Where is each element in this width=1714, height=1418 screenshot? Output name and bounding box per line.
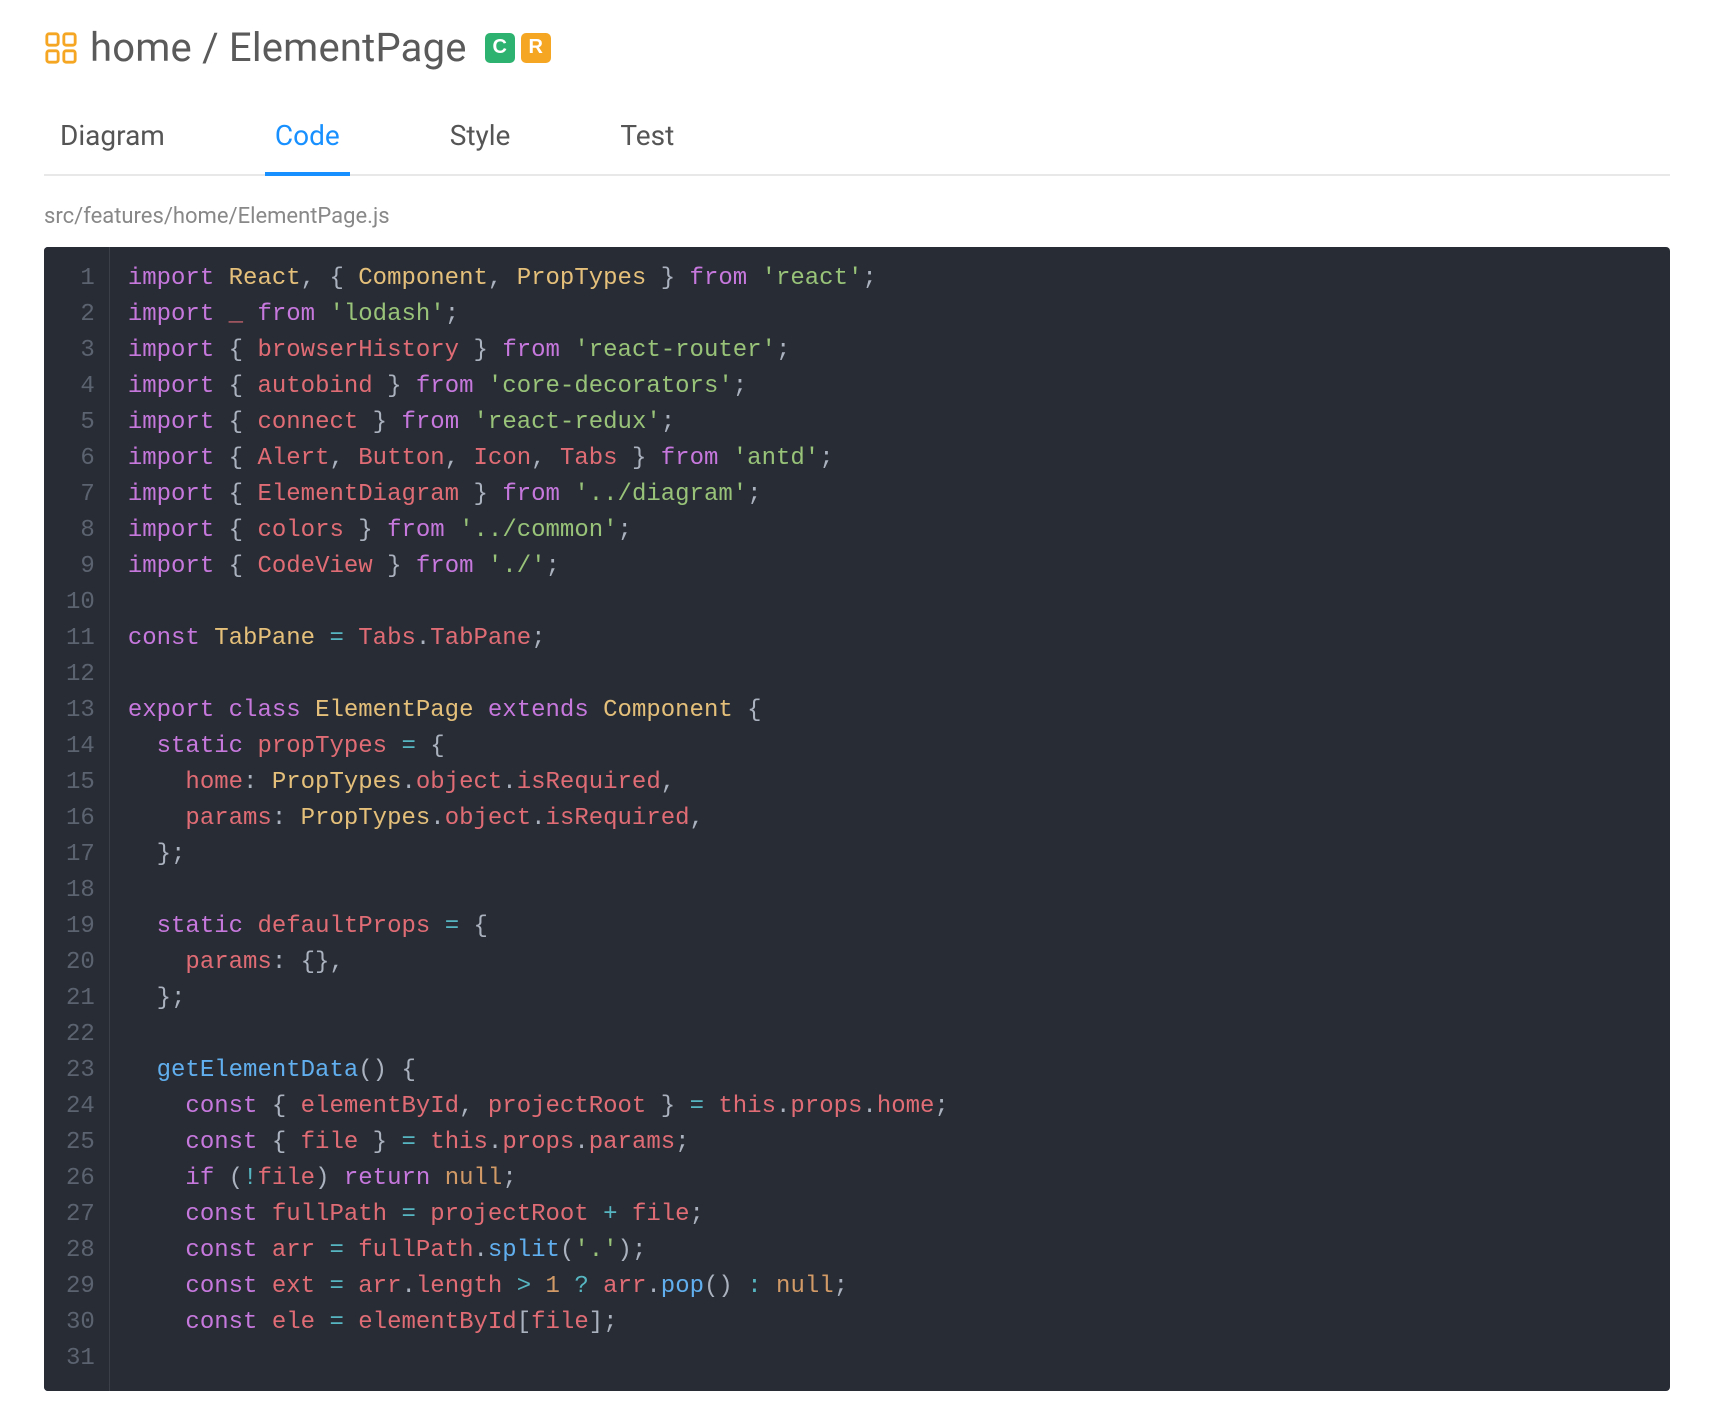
line-number: 23 — [44, 1053, 109, 1089]
code-body[interactable]: import React, { Component, PropTypes } f… — [110, 247, 967, 1391]
code-line[interactable] — [128, 585, 949, 621]
code-line[interactable]: import { connect } from 'react-redux'; — [128, 405, 949, 441]
line-number: 10 — [44, 585, 109, 621]
line-number: 30 — [44, 1305, 109, 1341]
line-number: 31 — [44, 1341, 109, 1377]
code-line[interactable]: import React, { Component, PropTypes } f… — [128, 261, 949, 297]
line-number: 9 — [44, 549, 109, 585]
line-number: 22 — [44, 1017, 109, 1053]
code-line[interactable]: getElementData() { — [128, 1053, 949, 1089]
code-line[interactable]: export class ElementPage extends Compone… — [128, 693, 949, 729]
code-line[interactable]: import { ElementDiagram } from '../diagr… — [128, 477, 949, 513]
line-number: 5 — [44, 405, 109, 441]
code-line[interactable] — [128, 873, 949, 909]
line-number: 2 — [44, 297, 109, 333]
tabs: Diagram Code Style Test — [44, 105, 1670, 176]
code-line[interactable] — [128, 1017, 949, 1053]
tab-diagram[interactable]: Diagram — [60, 105, 165, 174]
line-number: 16 — [44, 801, 109, 837]
line-number: 1 — [44, 261, 109, 297]
code-line[interactable]: params: PropTypes.object.isRequired, — [128, 801, 949, 837]
line-number: 8 — [44, 513, 109, 549]
line-number: 28 — [44, 1233, 109, 1269]
code-line[interactable]: const ext = arr.length > 1 ? arr.pop() :… — [128, 1269, 949, 1305]
line-number: 14 — [44, 729, 109, 765]
code-line[interactable]: const fullPath = projectRoot + file; — [128, 1197, 949, 1233]
line-number: 13 — [44, 693, 109, 729]
app-grid-icon — [44, 31, 78, 65]
line-number: 15 — [44, 765, 109, 801]
code-line[interactable]: import { colors } from '../common'; — [128, 513, 949, 549]
code-editor[interactable]: 1234567891011121314151617181920212223242… — [44, 247, 1670, 1391]
line-number: 24 — [44, 1089, 109, 1125]
file-path: src/features/home/ElementPage.js — [44, 204, 1670, 229]
code-line[interactable]: import { browserHistory } from 'react-ro… — [128, 333, 949, 369]
code-line[interactable]: import { Alert, Button, Icon, Tabs } fro… — [128, 441, 949, 477]
code-line[interactable] — [128, 657, 949, 693]
page-root: home / ElementPage C R Diagram Code Styl… — [0, 0, 1714, 1391]
line-number: 27 — [44, 1197, 109, 1233]
line-number: 12 — [44, 657, 109, 693]
tab-test[interactable]: Test — [620, 105, 674, 174]
code-line[interactable]: import { autobind } from 'core-decorator… — [128, 369, 949, 405]
code-gutter: 1234567891011121314151617181920212223242… — [44, 247, 110, 1391]
line-number: 3 — [44, 333, 109, 369]
code-line[interactable]: static propTypes = { — [128, 729, 949, 765]
code-line[interactable]: const { elementById, projectRoot } = thi… — [128, 1089, 949, 1125]
line-number: 17 — [44, 837, 109, 873]
tab-style[interactable]: Style — [450, 105, 511, 174]
breadcrumb-parent[interactable]: home — [90, 24, 192, 71]
line-number: 25 — [44, 1125, 109, 1161]
badges: C R — [485, 33, 551, 63]
badge-route: R — [521, 33, 551, 63]
line-number: 4 — [44, 369, 109, 405]
code-line[interactable]: const { file } = this.props.params; — [128, 1125, 949, 1161]
breadcrumb-current: ElementPage — [229, 24, 467, 71]
code-line[interactable]: static defaultProps = { — [128, 909, 949, 945]
tab-code[interactable]: Code — [275, 105, 340, 174]
line-number: 19 — [44, 909, 109, 945]
code-line[interactable]: }; — [128, 837, 949, 873]
code-line[interactable]: }; — [128, 981, 949, 1017]
line-number: 20 — [44, 945, 109, 981]
code-line[interactable]: const ele = elementById[file]; — [128, 1305, 949, 1341]
code-line[interactable]: if (!file) return null; — [128, 1161, 949, 1197]
line-number: 6 — [44, 441, 109, 477]
line-number: 11 — [44, 621, 109, 657]
code-line[interactable]: import { CodeView } from './'; — [128, 549, 949, 585]
badge-component: C — [485, 33, 515, 63]
line-number: 7 — [44, 477, 109, 513]
code-line[interactable]: home: PropTypes.object.isRequired, — [128, 765, 949, 801]
line-number: 29 — [44, 1269, 109, 1305]
code-line[interactable]: import _ from 'lodash'; — [128, 297, 949, 333]
line-number: 18 — [44, 873, 109, 909]
line-number: 26 — [44, 1161, 109, 1197]
code-line[interactable] — [128, 1341, 949, 1377]
breadcrumb: home / ElementPage C R — [44, 24, 1670, 71]
breadcrumb-text: home / ElementPage — [90, 24, 467, 71]
code-line[interactable]: const TabPane = Tabs.TabPane; — [128, 621, 949, 657]
breadcrumb-separator: / — [202, 24, 219, 71]
code-line[interactable]: const arr = fullPath.split('.'); — [128, 1233, 949, 1269]
code-line[interactable]: params: {}, — [128, 945, 949, 981]
line-number: 21 — [44, 981, 109, 1017]
